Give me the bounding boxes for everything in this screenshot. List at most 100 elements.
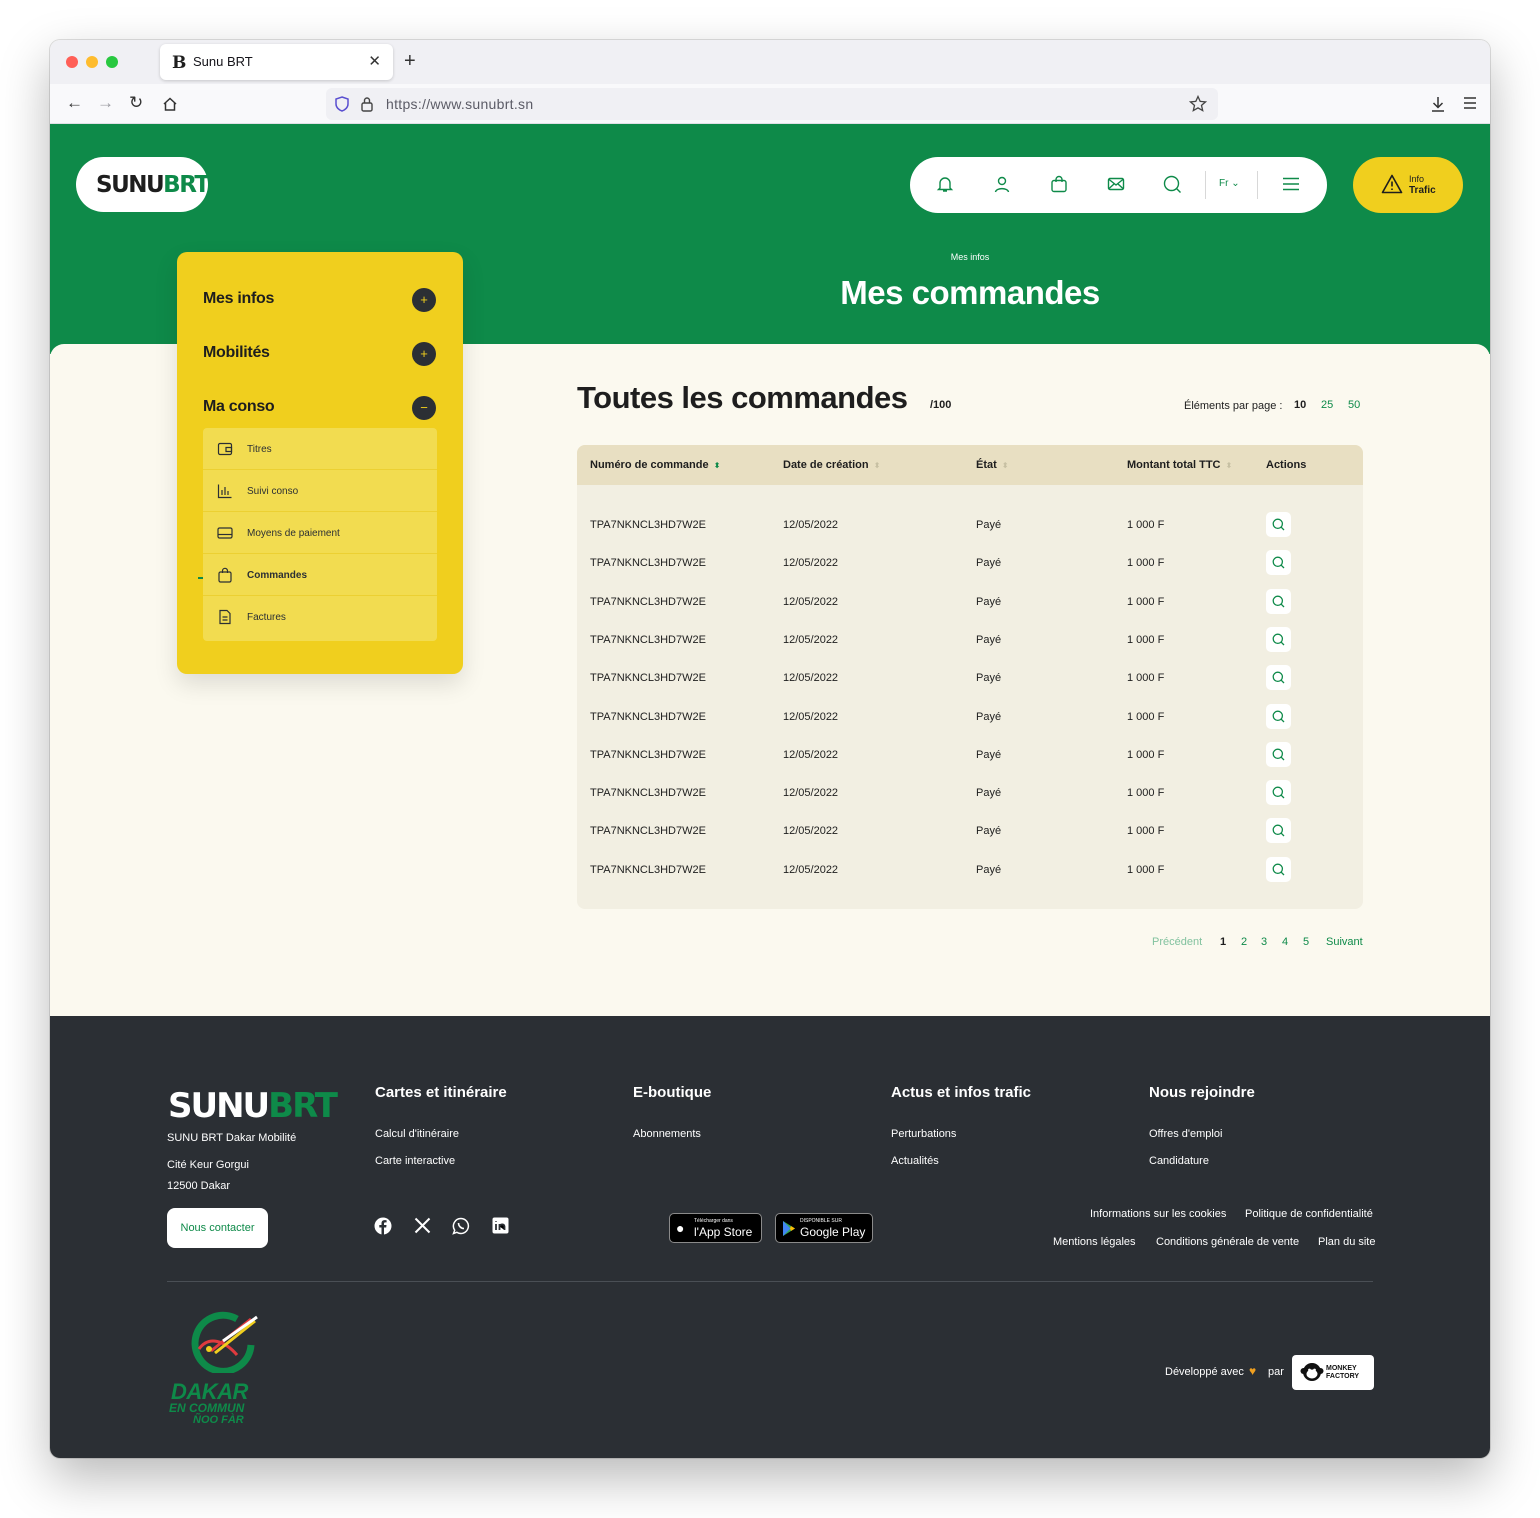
view-order-button[interactable] [1266, 512, 1291, 537]
order-date-cell: 12/05/2022 [783, 557, 839, 570]
bag-icon[interactable] [1050, 175, 1068, 193]
mail-icon[interactable] [1107, 175, 1125, 193]
footer-logo-brt: BRT [268, 1086, 338, 1126]
search-icon [1272, 748, 1285, 761]
collapse-ma-conso-button[interactable]: − [412, 396, 436, 420]
info-trafic-button[interactable]: Info Trafic [1353, 157, 1463, 213]
view-order-button[interactable] [1266, 626, 1291, 652]
forward-icon[interactable]: → [97, 93, 114, 113]
footer-link-perturbations[interactable]: Perturbations [891, 1128, 956, 1140]
column-header-number[interactable]: Numéro de commande ⬍ [590, 459, 720, 471]
view-order-button[interactable] [1266, 665, 1291, 691]
view-order-button[interactable] [1266, 856, 1291, 882]
sidebar-item-commandes[interactable]: Commandes [203, 554, 437, 596]
footer-link-candidature[interactable]: Candidature [1149, 1155, 1209, 1167]
expand-mobilites-button[interactable]: + [412, 342, 436, 366]
whatsapp-icon[interactable] [452, 1217, 470, 1235]
facebook-icon[interactable] [374, 1217, 392, 1235]
footer-link-offres-emploi[interactable]: Offres d'emploi [1149, 1128, 1222, 1140]
order-number-cell: TPA7NKNCL3HD7W2E [590, 863, 706, 876]
order-number-cell: TPA7NKNCL3HD7W2E [590, 633, 706, 646]
bookmark-star-icon[interactable] [1189, 95, 1207, 113]
sidebar-item-titres[interactable]: Titres [203, 428, 437, 470]
monkey-factory-logo[interactable]: MONKEY FACTORY [1292, 1355, 1374, 1390]
language-selector[interactable]: Fr ⌄ [1219, 178, 1240, 189]
orders-table: Numéro de commande ⬍ Date de création ⬍ Ét… [577, 445, 1363, 909]
close-tab-icon[interactable]: ✕ [368, 52, 381, 70]
pagination-previous[interactable]: Précédent [1152, 936, 1202, 948]
app-store-badge[interactable]: ● Télécharger dans l'App Store [669, 1213, 762, 1243]
view-order-button[interactable] [1266, 741, 1291, 767]
google-play-icon [783, 1221, 795, 1236]
sidebar-section-mobilites[interactable]: Mobilités [203, 344, 270, 362]
sidebar-item-factures[interactable]: Factures [203, 596, 437, 638]
google-play-badge[interactable]: DISPONIBLE SUR Google Play [775, 1213, 873, 1243]
downloads-icon[interactable] [1430, 95, 1446, 113]
view-order-button[interactable] [1266, 588, 1291, 614]
per-page-option-25[interactable]: 25 [1321, 399, 1333, 411]
sidebar-item-label: Factures [247, 612, 286, 623]
contact-button[interactable]: Nous contacter [167, 1208, 268, 1248]
legal-link-plan-du-site[interactable]: Plan du site [1318, 1236, 1375, 1248]
pagination-page-4[interactable]: 4 [1282, 936, 1288, 948]
legal-link-mentions[interactable]: Mentions légales [1053, 1236, 1136, 1248]
home-icon[interactable] [162, 96, 178, 112]
per-page-option-50[interactable]: 50 [1348, 399, 1360, 411]
site-logo[interactable]: SUNUBRT [76, 157, 210, 212]
user-icon[interactable] [993, 175, 1011, 193]
browser-tab[interactable]: B Sunu BRT ✕ [160, 44, 393, 80]
menu-icon[interactable] [1282, 177, 1300, 191]
order-number-cell: TPA7NKNCL3HD7W2E [590, 672, 706, 685]
footer-divider [167, 1281, 1373, 1282]
column-header-state[interactable]: État ⬍ [976, 459, 1008, 471]
pagination-page-3[interactable]: 3 [1261, 936, 1267, 948]
column-header-amount[interactable]: Montant total TTC ⬍ [1127, 459, 1232, 471]
google-play-small: DISPONIBLE SUR [800, 1218, 842, 1224]
sidebar-section-ma-conso[interactable]: Ma conso [203, 398, 275, 416]
per-page-option-10[interactable]: 10 [1294, 399, 1306, 411]
close-window-button[interactable] [66, 56, 78, 68]
footer-link-calcul-itineraire[interactable]: Calcul d'itinéraire [375, 1128, 459, 1140]
address-line-2: 12500 Dakar [167, 1180, 230, 1192]
view-order-button[interactable] [1266, 703, 1291, 729]
pagination-page-1[interactable]: 1 [1220, 936, 1226, 948]
en-commun-text: EN COMMUN [169, 1401, 245, 1415]
linkedin-icon[interactable] [492, 1217, 509, 1234]
browser-window: B Sunu BRT ✕ + ← → ↻ https://www.sunubrt… [50, 40, 1490, 1458]
pagination-page-5[interactable]: 5 [1303, 936, 1309, 948]
legal-link-confidentialite[interactable]: Politique de confidentialité [1245, 1208, 1373, 1220]
pagination-next[interactable]: Suivant [1326, 936, 1363, 948]
view-order-button[interactable] [1266, 780, 1291, 806]
order-amount-cell: 1 000 F [1127, 825, 1165, 838]
footer-link-carte-interactive[interactable]: Carte interactive [375, 1155, 455, 1167]
footer-logo[interactable]: SUNUBRT [168, 1086, 338, 1126]
bell-icon[interactable] [936, 175, 954, 193]
back-icon[interactable]: ← [66, 93, 83, 113]
address-bar[interactable]: https://www.sunubrt.sn [326, 88, 1218, 120]
column-header-date[interactable]: Date de création ⬍ [783, 459, 880, 471]
sidebar-item-suivi-conso[interactable]: Suivi conso [203, 470, 437, 512]
legal-link-cookies[interactable]: Informations sur les cookies [1090, 1208, 1226, 1220]
maximize-window-button[interactable] [106, 56, 118, 68]
new-tab-icon[interactable]: + [404, 50, 416, 73]
order-date-cell: 12/05/2022 [783, 672, 839, 685]
app-store-small: Télécharger dans [694, 1218, 733, 1224]
reload-icon[interactable]: ↻ [129, 93, 143, 113]
app-menu-icon[interactable] [1463, 97, 1477, 109]
order-number-cell: TPA7NKNCL3HD7W2E [590, 825, 706, 838]
search-icon[interactable] [1163, 175, 1182, 194]
pagination-page-2[interactable]: 2 [1241, 936, 1247, 948]
column-label: Numéro de commande [590, 459, 709, 471]
sidebar-item-moyens-de-paiement[interactable]: Moyens de paiement [203, 512, 437, 554]
order-state-cell: Payé [976, 748, 1002, 761]
footer-link-actualites[interactable]: Actualités [891, 1155, 939, 1167]
minimize-window-button[interactable] [86, 56, 98, 68]
sidebar-section-mes-infos[interactable]: Mes infos [203, 290, 274, 308]
search-icon [1272, 556, 1285, 569]
view-order-button[interactable] [1266, 550, 1291, 576]
x-icon[interactable] [414, 1217, 431, 1234]
view-order-button[interactable] [1266, 818, 1291, 844]
legal-link-cgv[interactable]: Conditions générale de vente [1156, 1236, 1299, 1248]
expand-mes-infos-button[interactable]: + [412, 288, 436, 312]
footer-link-abonnements[interactable]: Abonnements [633, 1128, 701, 1140]
